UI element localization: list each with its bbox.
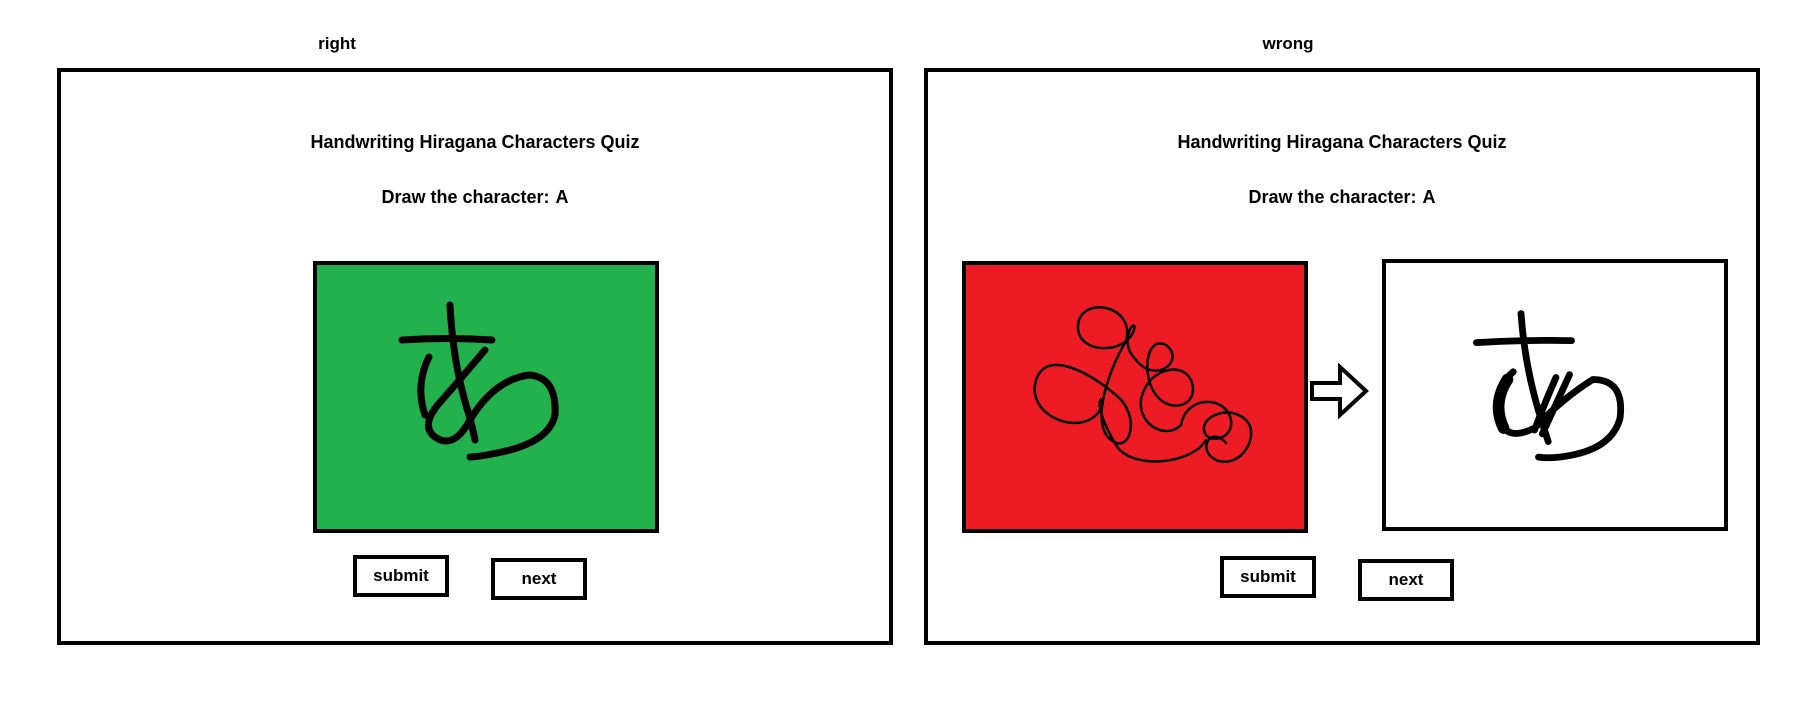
arrow-right-icon	[1308, 362, 1372, 420]
prompt-label: Draw the character:	[381, 187, 550, 207]
prompt-target-character: A	[1422, 187, 1436, 207]
prompt-target-character: A	[555, 187, 569, 207]
scribble-drawing	[1033, 306, 1253, 463]
hiragana-a-reference	[1472, 310, 1625, 462]
prompt: Draw the character: A	[61, 187, 889, 208]
next-button[interactable]: next	[491, 558, 587, 600]
quiz-title: Handwriting Hiragana Characters Quiz	[310, 132, 640, 152]
quiz-window-right: Handwriting Hiragana Characters Quiz Dra…	[57, 68, 893, 645]
correct-answer-canvas	[1382, 259, 1728, 531]
quiz-title: Handwriting Hiragana Characters Quiz	[1177, 132, 1507, 152]
submit-button[interactable]: submit	[1220, 556, 1316, 598]
drawing-canvas-correct[interactable]	[313, 261, 659, 533]
next-button[interactable]: next	[1358, 559, 1454, 601]
quiz-window-wrong: Handwriting Hiragana Characters Quiz Dra…	[924, 68, 1760, 645]
prompt-label: Draw the character:	[1248, 187, 1417, 207]
prompt: Draw the character: A	[928, 187, 1756, 208]
scenario-label-wrong: wrong	[1262, 34, 1314, 53]
scenario-label-right: right	[318, 34, 356, 53]
hiragana-a-drawing	[398, 301, 559, 461]
drawing-canvas-incorrect[interactable]	[962, 261, 1308, 533]
submit-button[interactable]: submit	[353, 555, 449, 597]
